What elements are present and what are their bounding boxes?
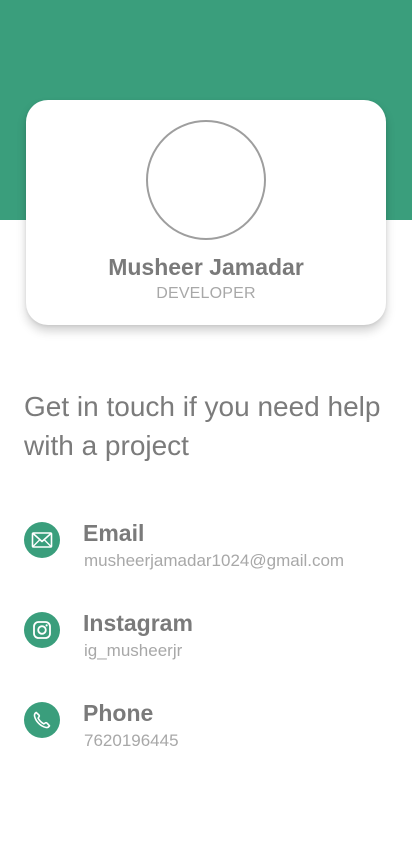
instagram-handle[interactable]: ig_musheerjr [84,641,182,661]
phone-icon [24,702,60,738]
avatar[interactable] [146,120,266,240]
profile-role: DEVELOPER [156,285,256,302]
contact-title: Email [83,520,145,546]
contact-item-phone[interactable]: Phone 7620196445 [24,700,394,760]
email-address[interactable]: musheerjamadar1024@gmail.com [84,551,344,571]
contact-item-email[interactable]: Email musheerjamadar1024@gmail.com [24,520,394,580]
profile-name: Musheer Jamadar [108,254,304,280]
instagram-icon [24,612,60,648]
mail-icon [24,522,60,558]
phone-number[interactable]: 7620196445 [84,731,179,751]
contact-title: Instagram [83,610,193,636]
contact-tagline: Get in touch if you need help with a pro… [24,391,381,461]
contact-item-instagram[interactable]: Instagram ig_musheerjr [24,610,394,670]
profile-screen: Musheer Jamadar DEVELOPER Get in touch i… [0,0,412,847]
profile-card: Musheer Jamadar DEVELOPER [26,100,386,325]
contact-title: Phone [83,700,154,726]
